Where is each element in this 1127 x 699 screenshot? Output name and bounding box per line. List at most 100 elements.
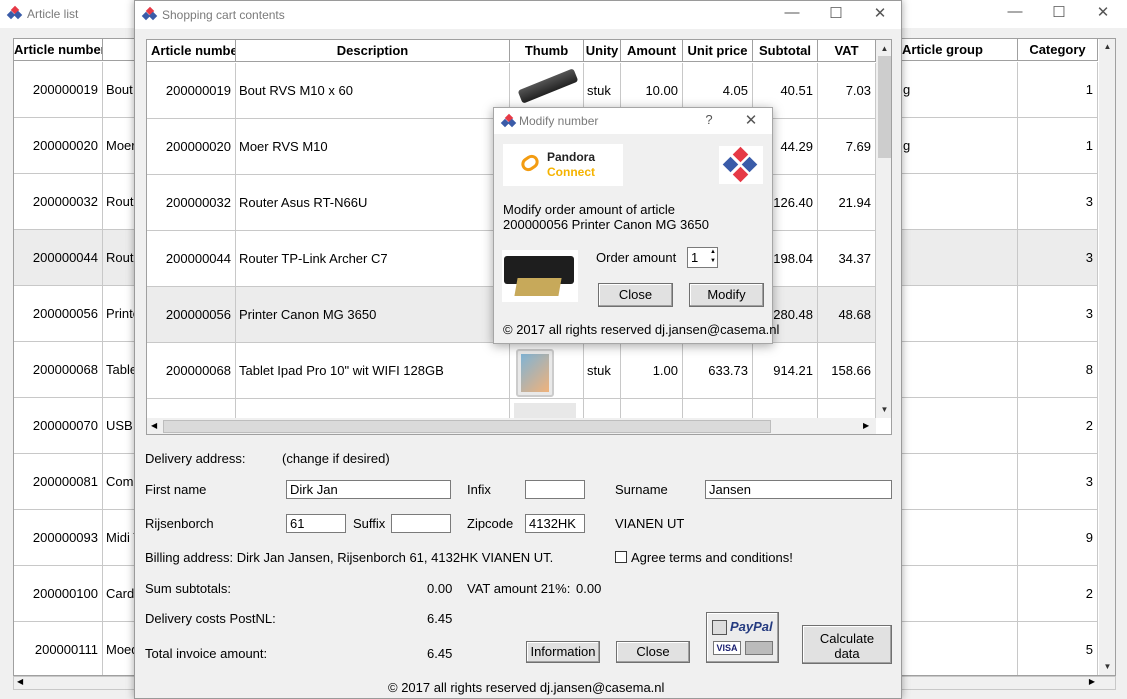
- sum-subtotals-label: Sum subtotals:: [145, 581, 231, 596]
- thumbnail-image: [514, 403, 576, 418]
- surname-field[interactable]: Jansen: [705, 480, 892, 499]
- street-label: Rijsenborch: [145, 516, 214, 531]
- scroll-thumb[interactable]: [878, 56, 891, 158]
- house-number-field[interactable]: 61: [286, 514, 346, 533]
- article-number-cell: 200000020: [14, 118, 103, 174]
- vat-cell: 34.37: [818, 231, 876, 287]
- description-cell: Moer RVS M10: [236, 119, 510, 175]
- vat-cell: [818, 399, 876, 418]
- article-number-cell: 200000068: [14, 342, 103, 398]
- article-group-cell: [900, 510, 1018, 566]
- vat-cell: 158.66: [818, 343, 876, 399]
- dialog-footer: © 2017 all rights reserved dj.jansen@cas…: [503, 322, 780, 337]
- dialog-titlebar[interactable]: Modify number ? ✕: [494, 108, 772, 134]
- close-icon[interactable]: ✕: [1088, 3, 1118, 21]
- scroll-left-icon[interactable]: ◀: [151, 421, 157, 430]
- maximize-icon[interactable]: ☐: [1044, 3, 1074, 21]
- header-description[interactable]: Description: [236, 40, 510, 62]
- category-cell: 3: [1018, 454, 1098, 510]
- order-amount-stepper[interactable]: 1 ▲ ▼: [687, 247, 718, 268]
- modify-button[interactable]: Modify: [689, 283, 764, 307]
- help-icon[interactable]: ?: [694, 112, 724, 127]
- scroll-right-icon[interactable]: ▶: [1089, 677, 1095, 686]
- scroll-down-icon[interactable]: ▼: [1099, 662, 1115, 671]
- description-cell: [236, 399, 510, 418]
- cart-hscrollbar[interactable]: ◀ ▶: [147, 418, 876, 434]
- minimize-icon[interactable]: —: [777, 4, 807, 21]
- app-logo-icon: [500, 113, 517, 129]
- header-unit-price[interactable]: Unit price: [683, 40, 753, 62]
- article-group-cell: g: [900, 62, 1018, 118]
- dialog-title: Modify number: [519, 114, 599, 128]
- category-cell: 5: [1018, 622, 1098, 675]
- decrement-icon[interactable]: ▼: [710, 257, 716, 266]
- thumbnail-image: [517, 68, 579, 104]
- description-cell: Router TP-Link Archer C7: [236, 231, 510, 287]
- article-group-cell: [900, 454, 1018, 510]
- infix-field[interactable]: [525, 480, 585, 499]
- increment-icon[interactable]: ▲: [710, 248, 716, 257]
- first-name-label: First name: [145, 482, 207, 497]
- scroll-up-icon[interactable]: ▲: [1099, 42, 1115, 51]
- close-icon[interactable]: ✕: [865, 4, 895, 22]
- category-cell: 8: [1018, 342, 1098, 398]
- article-number-cell: 200000070: [14, 398, 103, 454]
- category-cell: 1: [1018, 118, 1098, 174]
- zipcode-field[interactable]: 4132HK: [525, 514, 585, 533]
- article-list-vscrollbar[interactable]: ▲ ▼: [1099, 39, 1115, 675]
- delivery-address-label: Delivery address:: [145, 451, 246, 466]
- header-article-group[interactable]: Article group: [900, 39, 1018, 61]
- header-article-number[interactable]: Article number: [147, 40, 236, 62]
- scroll-up-icon[interactable]: ▲: [876, 44, 891, 53]
- category-cell: 3: [1018, 286, 1098, 342]
- category-cell: 2: [1018, 566, 1098, 622]
- article-number-cell: 200000111: [14, 622, 103, 675]
- dialog-close-button[interactable]: Close: [598, 283, 673, 307]
- header-category[interactable]: Category: [1018, 39, 1098, 61]
- header-subtotal[interactable]: Subtotal: [753, 40, 818, 62]
- article-number-cell: 200000019: [14, 62, 103, 118]
- article-number-cell: 200000100: [14, 566, 103, 622]
- dialog-message-line2: 200000056 Printer Canon MG 3650: [503, 217, 709, 232]
- article-group-cell: [900, 342, 1018, 398]
- article-group-cell: [900, 230, 1018, 286]
- vat-cell: 48.68: [818, 287, 876, 343]
- suffix-field[interactable]: [391, 514, 451, 533]
- scroll-down-icon[interactable]: ▼: [876, 405, 891, 414]
- first-name-field[interactable]: Dirk Jan: [286, 480, 451, 499]
- minimize-icon[interactable]: —: [1000, 3, 1030, 20]
- maximize-icon[interactable]: ☐: [821, 4, 851, 22]
- article-number-cell: [147, 399, 236, 418]
- description-cell: Tablet Ipad Pro 10" wit WIFI 128GB: [236, 343, 510, 399]
- information-button[interactable]: Information: [526, 641, 600, 663]
- vat-amount-value: 0.00: [576, 581, 602, 596]
- cart-close-button[interactable]: Close: [616, 641, 690, 663]
- category-cell: 9: [1018, 510, 1098, 566]
- header-vat[interactable]: VAT: [818, 40, 876, 62]
- header-article-number[interactable]: Article number: [14, 39, 103, 61]
- article-group-cell: [900, 566, 1018, 622]
- close-icon[interactable]: ✕: [736, 111, 766, 129]
- casema-logo: [719, 146, 763, 184]
- article-group-cell: [900, 286, 1018, 342]
- app-logo-icon: [141, 6, 158, 22]
- paypal-button[interactable]: PayPal VISA: [706, 612, 779, 663]
- scroll-thumb[interactable]: [163, 420, 771, 433]
- cart-titlebar[interactable]: Shopping cart contents — ☐ ✕: [135, 1, 901, 29]
- card-icon: [712, 620, 727, 635]
- header-thumb[interactable]: Thumb: [510, 40, 584, 62]
- header-amount[interactable]: Amount: [621, 40, 683, 62]
- scroll-right-icon[interactable]: ▶: [863, 421, 869, 430]
- category-cell: 3: [1018, 174, 1098, 230]
- thumb-cell: [510, 343, 584, 399]
- shopping-cart-window: Shopping cart contents — ☐ ✕ Article num…: [134, 0, 902, 699]
- table-row[interactable]: [147, 399, 876, 418]
- header-unity[interactable]: Unity: [584, 40, 621, 62]
- table-row[interactable]: 200000068 Tablet Ipad Pro 10" wit WIFI 12…: [147, 343, 876, 399]
- scroll-left-icon[interactable]: ◀: [17, 677, 23, 686]
- calculate-data-button[interactable]: Calculate data: [802, 625, 892, 664]
- agree-checkbox[interactable]: [615, 551, 627, 563]
- unity-cell: stuk: [584, 343, 621, 399]
- cart-vscrollbar[interactable]: ▲ ▼: [876, 40, 891, 418]
- agree-label[interactable]: Agree terms and conditions!: [631, 550, 793, 565]
